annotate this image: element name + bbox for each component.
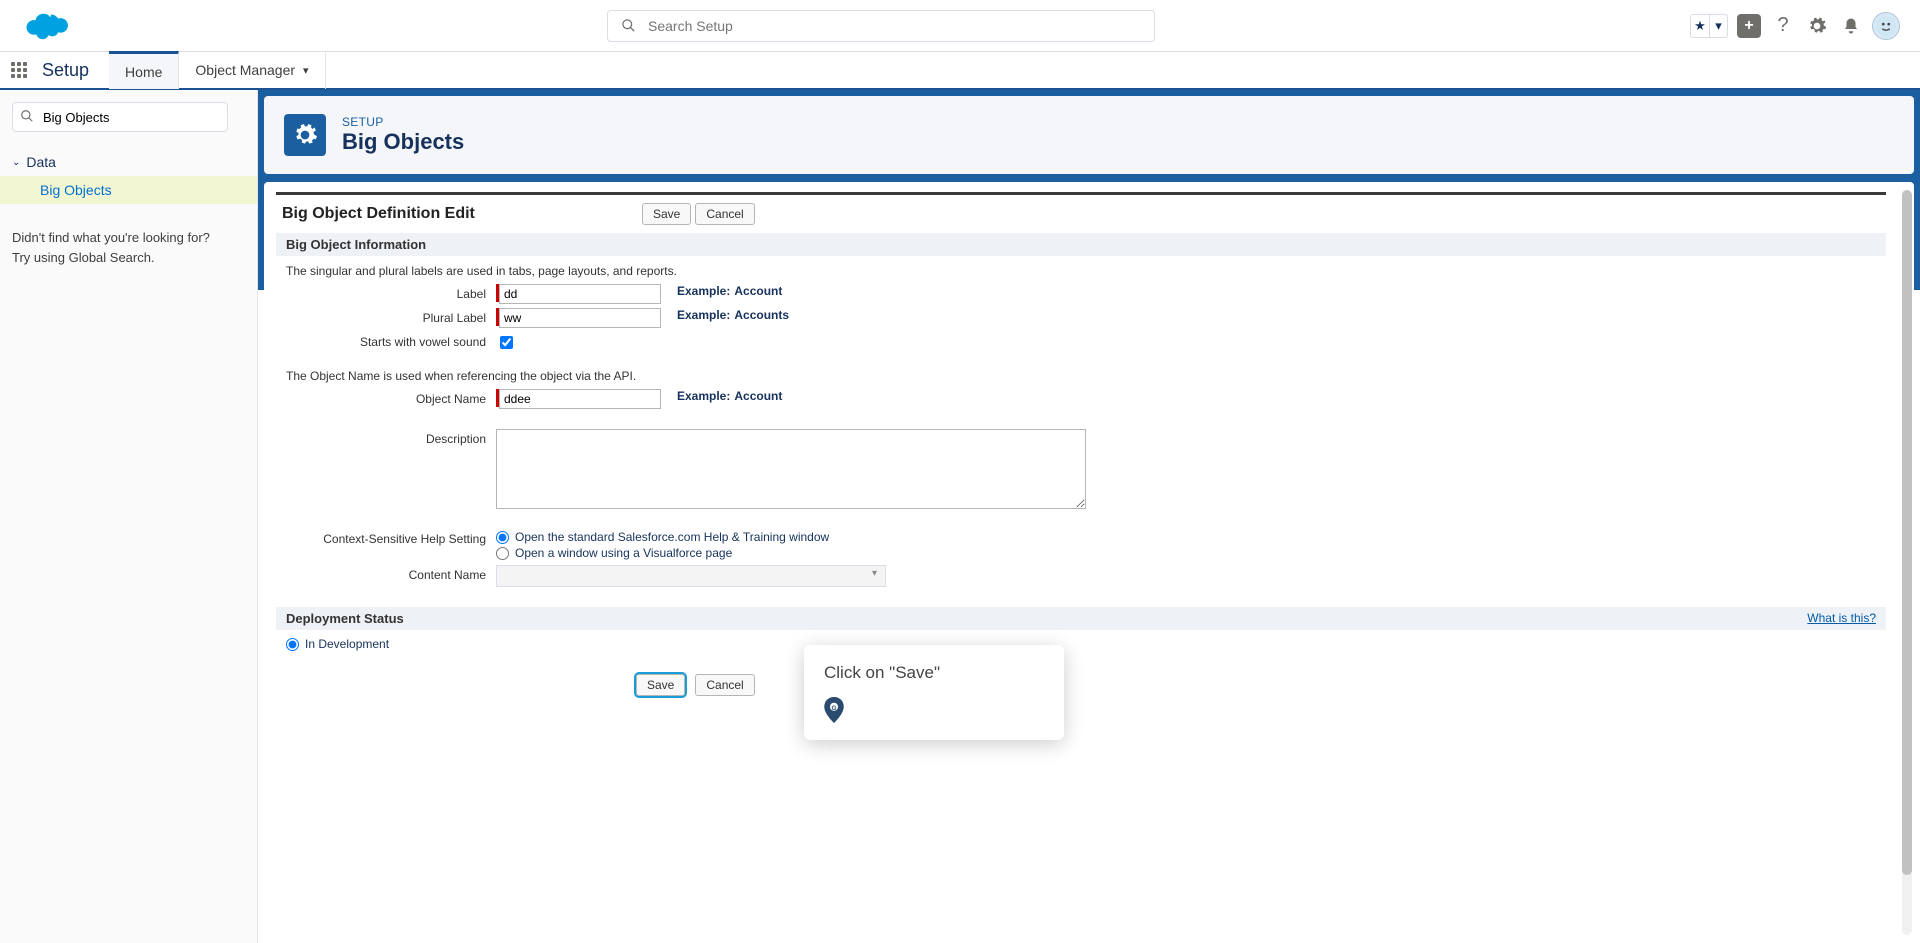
label-label: Label [276, 284, 496, 301]
sidebar-footer-line2: Try using Global Search. [12, 248, 245, 268]
scrollbar[interactable] [1902, 190, 1912, 935]
vowel-label: Starts with vowel sound [276, 332, 496, 349]
quick-find-input[interactable] [12, 102, 228, 132]
favorites-toggle[interactable]: ★ ▾ [1690, 14, 1728, 38]
help-option-standard-radio[interactable] [496, 531, 509, 544]
cancel-button[interactable]: Cancel [695, 674, 754, 696]
breadcrumb: SETUP [342, 115, 464, 129]
tab-object-manager[interactable]: Object Manager ▾ [179, 51, 325, 89]
svg-text:G: G [831, 705, 836, 712]
app-launcher-icon[interactable] [0, 62, 38, 78]
tab-home[interactable]: Home [109, 51, 179, 89]
api-intro: The Object Name is used when referencing… [276, 351, 1886, 387]
notifications-icon[interactable] [1838, 13, 1864, 39]
help-icon[interactable]: ? [1770, 13, 1796, 39]
location-pin-icon: G [824, 697, 844, 723]
gear-icon [284, 114, 326, 156]
gear-icon[interactable] [1804, 13, 1830, 39]
example-label: Example: [677, 389, 730, 403]
save-button-top[interactable]: Save [642, 203, 691, 225]
sidebar-item-big-objects[interactable]: Big Objects [0, 176, 257, 204]
example-account: Account [734, 284, 782, 298]
plural-label-input[interactable] [499, 308, 661, 328]
setup-sidebar: ⌄ Data Big Objects Didn't find what you'… [0, 90, 258, 943]
tab-object-manager-label: Object Manager [195, 62, 295, 78]
sidebar-section-data[interactable]: ⌄ Data [12, 148, 245, 176]
app-nav: Setup Home Object Manager ▾ [0, 52, 1920, 90]
page-title: Big Objects [342, 129, 464, 155]
example-label: Example: [677, 308, 730, 322]
help-setting-label: Context-Sensitive Help Setting [276, 529, 496, 546]
star-icon: ★ [1691, 15, 1709, 37]
description-label: Description [276, 429, 496, 446]
in-development-label: In Development [305, 637, 389, 651]
in-development-radio[interactable] [286, 638, 299, 651]
chevron-down-icon: ▾ [1709, 15, 1727, 37]
label-input[interactable] [499, 284, 661, 304]
user-avatar[interactable] [1872, 12, 1900, 40]
global-search-input[interactable] [607, 10, 1155, 42]
salesforce-logo-icon [20, 8, 72, 44]
help-option-vf-radio[interactable] [496, 547, 509, 560]
section-deployment-status: Deployment Status [286, 611, 404, 626]
page-header: SETUP Big Objects [264, 96, 1914, 174]
sidebar-section-label: Data [26, 154, 56, 170]
global-search [607, 10, 1155, 42]
object-name-input[interactable] [499, 389, 661, 409]
app-title: Setup [38, 60, 109, 81]
instruction-tooltip: Click on "Save" G [804, 645, 1064, 740]
sidebar-footer-line1: Didn't find what you're looking for? [12, 228, 245, 248]
global-header: ★ ▾ + ? [0, 0, 1920, 52]
description-textarea[interactable] [496, 429, 1086, 509]
section-big-object-information: Big Object Information [276, 233, 1886, 256]
search-icon [20, 109, 34, 126]
sidebar-footer: Didn't find what you're looking for? Try… [12, 228, 245, 267]
plural-label-label: Plural Label [276, 308, 496, 325]
tooltip-text: Click on "Save" [824, 663, 1044, 683]
object-name-label: Object Name [276, 389, 496, 406]
example-account: Account [734, 389, 782, 403]
vowel-checkbox[interactable] [500, 336, 513, 349]
save-button[interactable]: Save [636, 674, 685, 696]
help-option-vf-label: Open a window using a Visualforce page [515, 546, 732, 560]
panel-title: Big Object Definition Edit [282, 205, 642, 223]
search-icon [621, 18, 636, 36]
help-option-standard-label: Open the standard Salesforce.com Help & … [515, 530, 829, 544]
chevron-down-icon: ▾ [303, 64, 309, 77]
chevron-down-icon: ⌄ [12, 157, 20, 168]
info-intro: The singular and plural labels are used … [276, 256, 1886, 282]
what-is-this-link[interactable]: What is this? [1807, 611, 1876, 626]
example-label: Example: [677, 284, 730, 298]
example-accounts: Accounts [734, 308, 789, 322]
cancel-button-top[interactable]: Cancel [695, 203, 754, 225]
add-button[interactable]: + [1736, 13, 1762, 39]
content-name-label: Content Name [276, 565, 496, 582]
content-name-select[interactable] [496, 565, 886, 587]
